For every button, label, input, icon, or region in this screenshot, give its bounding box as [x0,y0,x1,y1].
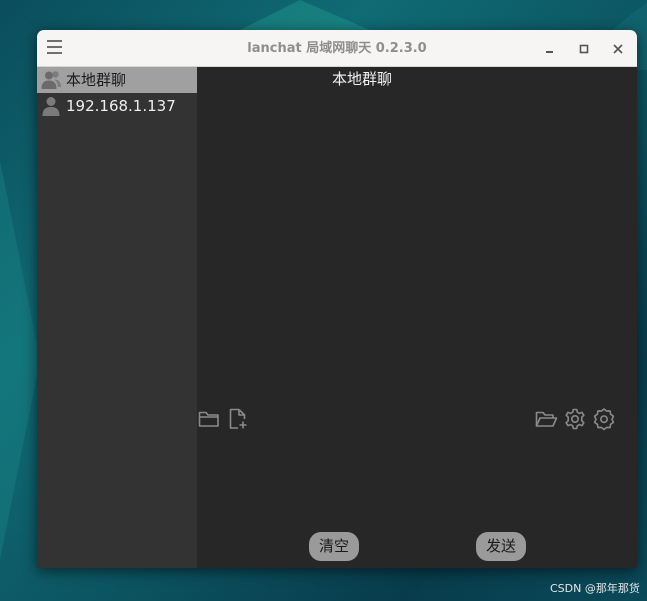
sidebar-item-label: 192.168.1.137 [66,97,176,115]
chat-panel: 本地群聊 清空 发送 [197,67,637,568]
clear-button[interactable]: 清空 [309,532,359,561]
minimize-button[interactable] [538,38,562,60]
watermark: CSDN @那年那货 [550,582,640,595]
contact-sidebar: 本地群聊 192.168.1.137 [37,67,197,568]
sidebar-item-group-chat[interactable]: 本地群聊 [37,67,197,93]
send-button[interactable]: 发送 [476,532,526,561]
folder-open-icon[interactable] [534,407,558,431]
group-users-icon [41,71,61,89]
sidebar-item-peer[interactable]: 192.168.1.137 [37,93,197,119]
close-icon [613,44,623,54]
new-file-icon[interactable] [226,407,250,431]
user-icon [42,97,60,116]
title-bar[interactable]: lanchat 局域网聊天 0.2.3.0 [37,30,637,67]
close-button[interactable] [606,38,630,60]
chat-title: 本地群聊 [331,70,392,88]
maximize-button[interactable] [572,38,596,60]
app-window: lanchat 局域网聊天 0.2.3.0 本地群聊 192.168.1.137… [37,30,637,568]
sidebar-item-label: 本地群聊 [66,71,127,89]
maximize-icon [579,44,589,54]
settings-badge-icon[interactable] [592,407,616,431]
gear-icon[interactable] [563,407,587,431]
folder-icon[interactable] [197,407,221,431]
desktop-wallpaper-shape [0,160,40,560]
minimize-icon [546,51,553,53]
